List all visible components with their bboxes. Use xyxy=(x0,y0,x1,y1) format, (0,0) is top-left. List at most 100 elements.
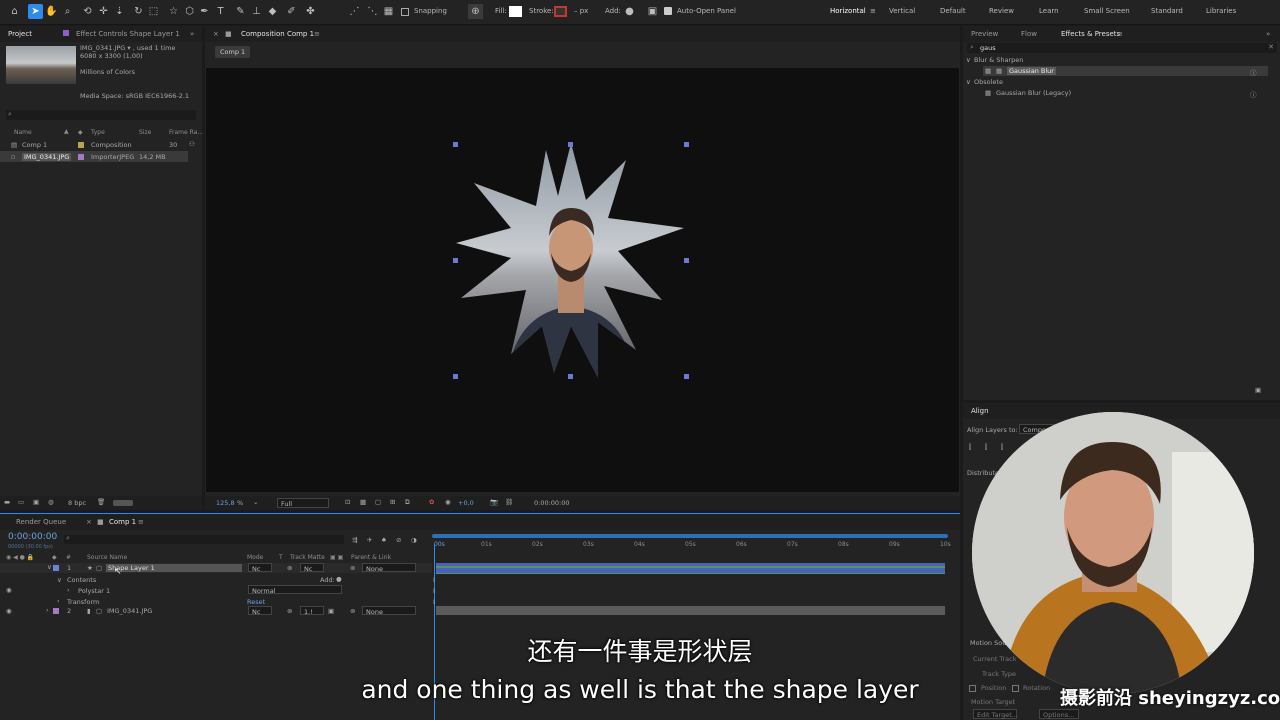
snapshot-region-icon[interactable]: ⊡ xyxy=(345,498,350,506)
timeline-timecode[interactable]: 0:00:00:00 xyxy=(8,532,57,542)
stroke-width[interactable]: – px xyxy=(574,7,588,15)
3d-box-icon[interactable]: ⬡ xyxy=(182,4,197,19)
expand-icon[interactable]: ∨ xyxy=(57,576,62,584)
group-toggle-icon[interactable]: ∨ xyxy=(966,78,971,86)
tab-align[interactable]: Align xyxy=(971,407,989,415)
mode-select[interactable]: Nc xyxy=(248,563,272,573)
new-comp-icon[interactable]: ▣ xyxy=(33,498,39,506)
matte-link-icon[interactable]: ⊚ xyxy=(287,564,292,572)
project-item-row[interactable]: ▤ Comp 1 Composition 30 ⚇ xyxy=(0,139,202,150)
workspace-learn[interactable]: Learn xyxy=(1039,7,1059,15)
bpc-label[interactable]: 8 bpc xyxy=(68,499,86,507)
interpret-footage-icon[interactable]: ▬ xyxy=(4,498,10,506)
group-toggle-icon[interactable]: ∨ xyxy=(966,56,971,64)
exposure-value[interactable]: +0,0 xyxy=(458,499,474,507)
hand-tool-icon[interactable]: ✋ xyxy=(44,4,59,19)
viewer-timecode[interactable]: 0:00:00:00 xyxy=(534,499,570,507)
auto-open-toggle-icon[interactable]: ▣ xyxy=(645,4,660,19)
eye-icon[interactable]: ◉ xyxy=(6,586,12,594)
snap-mode-icon[interactable]: ⊕ xyxy=(468,4,483,19)
workspace-vertical[interactable]: Vertical xyxy=(889,7,915,15)
effect-item-row[interactable]: ▦ Gaussian Blur (Legacy) ⓘ xyxy=(983,88,1268,99)
resolution-select[interactable]: Full xyxy=(277,498,329,508)
chevron-down-icon[interactable]: ⌄ xyxy=(253,498,258,506)
shy-layers-icon[interactable]: ♠ xyxy=(381,536,387,544)
workspace-horizontal[interactable]: Horizontal xyxy=(830,7,866,15)
layer-duration-bar[interactable] xyxy=(436,606,945,615)
stroke-swatch[interactable] xyxy=(554,6,567,17)
layer-row[interactable]: ◉ › 2 ▮ ▢ IMG_0341.JPG Nc ⊚ 1.! ▣ ⊚ None xyxy=(0,606,432,616)
auto-open-checkbox[interactable] xyxy=(664,7,672,15)
add-icon[interactable]: ● xyxy=(622,4,637,19)
panel-close-icon[interactable]: × xyxy=(86,518,92,526)
tab-effects-presets[interactable]: Effects & Presets xyxy=(1061,30,1120,38)
roto-brush-icon[interactable]: ✐ xyxy=(284,4,299,19)
tab-project[interactable]: Project xyxy=(8,30,32,38)
clear-search-icon[interactable]: ✕ xyxy=(1268,43,1274,51)
edit-target-button[interactable]: Edit Target... xyxy=(973,709,1018,719)
transform-handle[interactable] xyxy=(568,142,573,147)
tab-render-queue[interactable]: Render Queue xyxy=(16,518,66,526)
transparency-grid-icon[interactable]: ▩ xyxy=(360,498,366,506)
snap-option-3-icon[interactable]: ▦ xyxy=(381,4,396,19)
matte-invert-icon[interactable]: ▣ xyxy=(328,607,334,615)
zoom-tool-icon[interactable]: ⌕ xyxy=(60,4,75,19)
thumbnail-slider[interactable] xyxy=(113,500,133,506)
options-button[interactable]: Options... xyxy=(1039,709,1079,719)
sort-icon[interactable]: ▲ xyxy=(64,128,69,135)
color-channels-icon[interactable]: ✿ xyxy=(429,498,434,506)
comp-flowchart-icon[interactable]: ⇶ xyxy=(352,536,357,544)
workspace-menu-icon[interactable]: ≡ xyxy=(870,7,876,15)
col-track-matte[interactable]: Track Matte xyxy=(290,554,325,561)
tab-flow[interactable]: Flow xyxy=(1021,30,1037,38)
trash-icon[interactable]: 🗑 xyxy=(97,498,105,506)
orbit-tool-icon[interactable]: ⟲ xyxy=(80,4,95,19)
layer-name[interactable]: IMG_0341.JPG xyxy=(107,607,152,615)
layer-name[interactable]: Shape Layer 1 xyxy=(106,564,242,572)
panel-overflow-icon[interactable]: » xyxy=(190,30,194,38)
mask-visibility-icon[interactable]: ▢ xyxy=(375,498,381,506)
zoom-value[interactable]: 125,8 xyxy=(216,499,235,507)
col-name[interactable]: Name xyxy=(14,129,32,136)
workspace-default[interactable]: Default xyxy=(940,7,966,15)
col-t[interactable]: T xyxy=(279,554,283,561)
pen-tool-icon[interactable]: ✒ xyxy=(197,4,212,19)
col-type[interactable]: Type xyxy=(91,129,105,136)
new-bin-icon[interactable]: ▣ xyxy=(1255,386,1261,394)
layer-row[interactable]: 1 ∨ ★ ▢ Shape Layer 1 Nc ⊚ Nc ⊚ None xyxy=(0,563,432,573)
camera-snapshot-icon[interactable]: 📷 xyxy=(490,498,498,506)
effects-group[interactable]: Obsolete xyxy=(974,78,1003,86)
brush-tool-icon[interactable]: ✎ xyxy=(233,4,248,19)
snapping-checkbox[interactable] xyxy=(401,8,409,16)
home-icon[interactable]: ⌂ xyxy=(7,4,22,19)
align-right-icon[interactable]: ⫿ xyxy=(1001,443,1003,452)
eraser-tool-icon[interactable]: ◆ xyxy=(265,4,280,19)
panel-overflow-icon[interactable]: » xyxy=(1266,30,1270,38)
contents-label[interactable]: Contents xyxy=(67,576,96,584)
layer-duration-bar[interactable] xyxy=(436,563,945,573)
parent-select[interactable]: None xyxy=(362,563,416,573)
fill-swatch[interactable] xyxy=(509,6,522,17)
parent-select[interactable]: None xyxy=(362,606,416,616)
transform-handle[interactable] xyxy=(684,142,689,147)
tab-composition[interactable]: Composition Comp 1 xyxy=(241,30,314,38)
reset-link[interactable]: Reset xyxy=(247,598,265,606)
tab-menu-icon[interactable]: ≡ xyxy=(314,30,320,38)
workspace-small-screen[interactable]: Small Screen xyxy=(1084,7,1130,15)
transform-handle[interactable] xyxy=(453,258,458,263)
parent-pickwhip-icon[interactable]: ⊚ xyxy=(350,564,355,572)
new-folder-icon[interactable]: ▭ xyxy=(18,498,24,506)
comp-viewer[interactable] xyxy=(206,68,959,492)
clone-stamp-icon[interactable]: ⊥ xyxy=(249,4,264,19)
comp-lock-icon[interactable]: ■ xyxy=(97,518,104,526)
align-left-icon[interactable]: ⫿ xyxy=(969,443,971,452)
show-snapshot-icon[interactable]: ⛓ xyxy=(505,498,513,506)
snap-option-icon[interactable]: ⋰ xyxy=(347,4,362,19)
transform-handle[interactable] xyxy=(684,374,689,379)
workspace-libraries[interactable]: Libraries xyxy=(1206,7,1236,15)
comp-breadcrumb[interactable]: Comp 1 xyxy=(215,46,251,58)
star-tool-icon[interactable]: ☆ xyxy=(166,4,181,19)
effect-item-row[interactable]: ▦ ▦ Gaussian Blur ⓘ xyxy=(983,66,1268,77)
track-matte-select[interactable]: Nc xyxy=(300,563,324,573)
transform-handle[interactable] xyxy=(684,258,689,263)
